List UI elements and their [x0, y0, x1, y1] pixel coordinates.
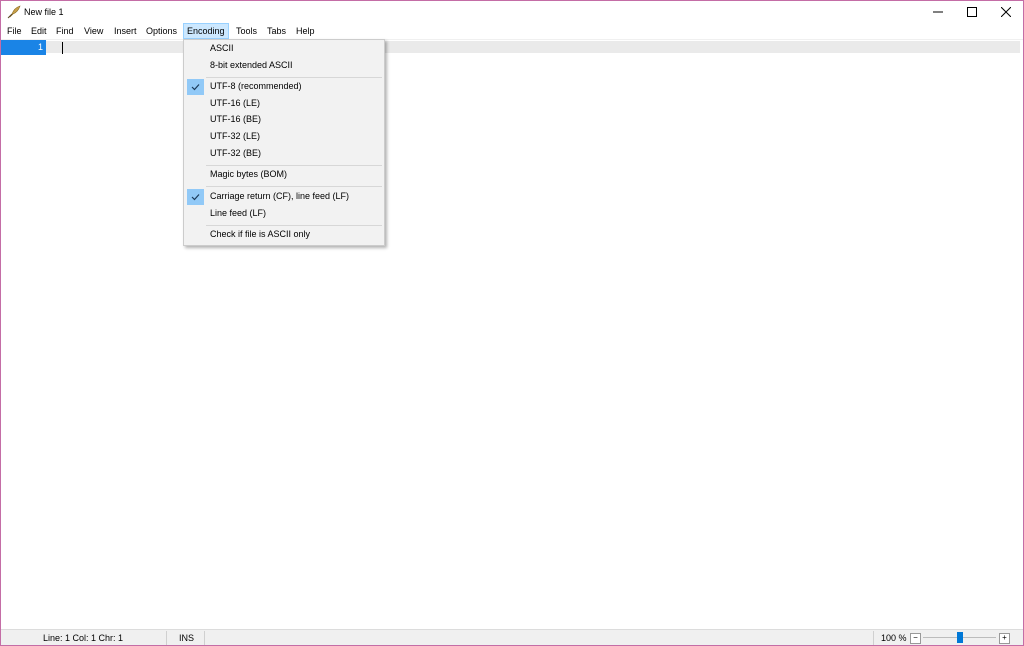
- insert-mode[interactable]: INS: [179, 633, 194, 643]
- line-number: 1: [37, 42, 43, 52]
- menu-option-utf32-be[interactable]: UTF-32 (BE): [186, 146, 382, 162]
- editor-area[interactable]: 1: [1, 40, 1023, 628]
- zoom-out-button[interactable]: −: [910, 633, 921, 644]
- line-number-gutter: 1: [1, 40, 46, 55]
- menu-option-ascii[interactable]: ASCII: [186, 41, 382, 57]
- menu-option-bom[interactable]: Magic bytes (BOM): [186, 167, 382, 183]
- menu-option-label: UTF-8 (recommended): [210, 81, 302, 91]
- status-divider: [204, 631, 205, 645]
- menu-view[interactable]: View: [81, 24, 106, 38]
- checkmark-icon: [187, 189, 204, 205]
- menu-option-label: UTF-16 (LE): [210, 98, 261, 108]
- maximize-button[interactable]: [955, 1, 989, 23]
- menu-option-lf[interactable]: Line feed (LF): [186, 206, 382, 222]
- minimize-button[interactable]: [921, 1, 955, 23]
- encoding-menu-dropdown: ASCII 8-bit extended ASCII UTF-8 (recomm…: [183, 39, 385, 246]
- menu-tools[interactable]: Tools: [233, 24, 260, 38]
- menu-option-utf16-be[interactable]: UTF-16 (BE): [186, 112, 382, 128]
- text-caret: [62, 42, 63, 54]
- app-feather-icon: [7, 5, 21, 19]
- maximize-icon: [967, 7, 977, 17]
- close-button[interactable]: [989, 1, 1023, 23]
- menu-help[interactable]: Help: [293, 24, 318, 38]
- menu-insert[interactable]: Insert: [111, 24, 140, 38]
- menu-options[interactable]: Options: [143, 24, 180, 38]
- minimize-icon: [933, 11, 943, 13]
- menu-option-utf32-le[interactable]: UTF-32 (LE): [186, 129, 382, 145]
- status-divider: [166, 631, 167, 645]
- status-bar: Line: 1 Col: 1 Chr: 1 INS 100 % − +: [1, 629, 1023, 645]
- menu-option-label: ASCII: [210, 43, 234, 53]
- menu-encoding[interactable]: Encoding: [183, 23, 229, 39]
- zoom-level: 100 %: [881, 633, 907, 643]
- menu-separator: [206, 165, 382, 166]
- menu-bar: File Edit Find View Insert Options Encod…: [1, 23, 1023, 40]
- menu-option-8bit-ascii[interactable]: 8-bit extended ASCII: [186, 58, 382, 74]
- menu-tabs[interactable]: Tabs: [264, 24, 289, 38]
- menu-option-label: Magic bytes (BOM): [210, 169, 288, 179]
- menu-option-utf8[interactable]: UTF-8 (recommended): [186, 79, 382, 95]
- menu-option-label: 8-bit extended ASCII: [210, 60, 293, 70]
- menu-option-utf16-le[interactable]: UTF-16 (LE): [186, 96, 382, 112]
- menu-option-label: UTF-32 (BE): [210, 148, 262, 158]
- menu-find[interactable]: Find: [53, 24, 77, 38]
- window-title: New file 1: [24, 7, 64, 17]
- status-divider: [873, 631, 874, 645]
- app-window: New file 1 File Edit Find View Insert Op…: [0, 0, 1024, 646]
- menu-file[interactable]: File: [4, 24, 25, 38]
- menu-edit[interactable]: Edit: [28, 24, 50, 38]
- zoom-slider-thumb[interactable]: [956, 632, 963, 643]
- menu-option-label: Line feed (LF): [210, 208, 267, 218]
- menu-option-label: Check if file is ASCII only: [210, 229, 311, 239]
- close-icon: [1001, 7, 1011, 17]
- title-bar[interactable]: New file 1: [1, 1, 1023, 23]
- menu-separator: [206, 225, 382, 226]
- menu-option-label: UTF-32 (LE): [210, 131, 261, 141]
- menu-option-label: UTF-16 (BE): [210, 114, 262, 124]
- menu-separator: [206, 77, 382, 78]
- menu-option-label: Carriage return (CF), line feed (LF): [210, 191, 350, 201]
- checkmark-icon: [187, 79, 204, 95]
- menu-option-check-ascii[interactable]: Check if file is ASCII only: [186, 227, 382, 243]
- menu-option-crlf[interactable]: Carriage return (CF), line feed (LF): [186, 189, 382, 205]
- zoom-in-button[interactable]: +: [999, 633, 1010, 644]
- menu-separator: [206, 186, 382, 187]
- cursor-position: Line: 1 Col: 1 Chr: 1: [43, 633, 124, 643]
